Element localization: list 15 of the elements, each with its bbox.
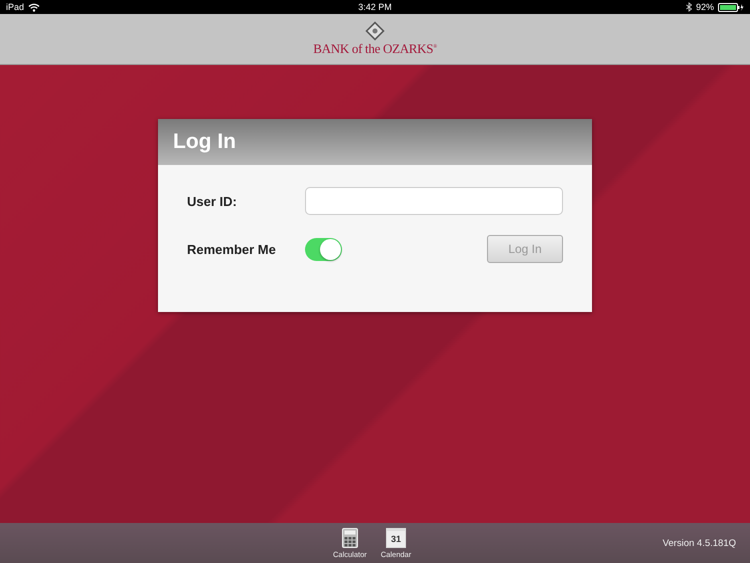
status-time: 3:42 PM [358, 2, 392, 12]
bluetooth-icon [686, 2, 692, 12]
remember-me-toggle[interactable] [305, 238, 342, 260]
version-text: Version 4.5.181Q [662, 538, 736, 548]
battery-icon [718, 2, 744, 12]
remember-me-label: Remember Me [187, 242, 277, 256]
card-title: Log In [173, 130, 236, 154]
device-name: iPad [6, 2, 24, 12]
wifi-icon [28, 2, 40, 12]
calculator-icon[interactable] [342, 528, 358, 548]
user-id-field[interactable] [305, 187, 563, 215]
calendar-icon[interactable]: 31 [386, 528, 406, 548]
bank-logo-text: BANK of the OZARKS$^{®}$ [313, 41, 437, 57]
user-id-label: User ID: [187, 194, 238, 208]
battery-percent: 92% [696, 2, 714, 12]
